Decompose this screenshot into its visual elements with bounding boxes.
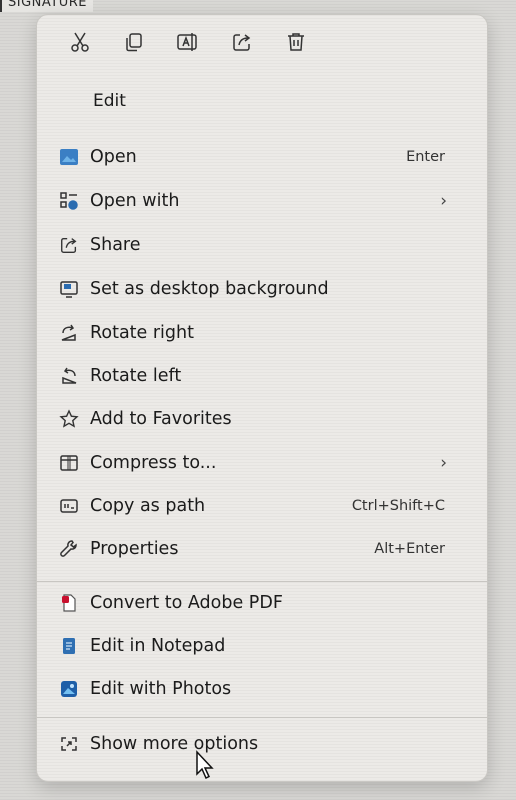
rename-button[interactable] (161, 27, 215, 57)
adobe-pdf-icon (62, 594, 76, 612)
desktop-background-icon (60, 281, 78, 298)
delete-button[interactable] (269, 27, 323, 57)
shortcut-text: Enter (406, 149, 445, 165)
notepad-icon (63, 638, 75, 654)
cut-icon (71, 32, 89, 52)
menu-item-label: Add to Favorites (90, 409, 232, 429)
menu-item-share[interactable]: Share (49, 225, 473, 265)
menu-item-label: Share (90, 235, 141, 255)
compress-icon (60, 455, 78, 471)
show-more-icon (61, 737, 77, 751)
menu-item-label: Rotate left (90, 366, 182, 386)
share-button[interactable] (215, 27, 269, 57)
share-icon (61, 237, 77, 253)
menu-item-rotate-left[interactable]: Rotate left (49, 356, 473, 396)
chevron-right-icon: › (440, 191, 447, 211)
menu-item-set-desktop-background[interactable]: Set as desktop background (49, 269, 473, 309)
copy-icon (126, 33, 142, 52)
menu-item-label: Convert to Adobe PDF (90, 593, 283, 613)
shortcut-text: Ctrl+Shift+C (351, 498, 445, 514)
copy-button[interactable] (107, 27, 161, 57)
open-icon (60, 149, 78, 165)
edit-section-label: Edit (93, 91, 126, 111)
menu-item-label: Properties (90, 539, 179, 559)
menu-item-label: Compress to... (90, 453, 217, 473)
menu-item-label: Copy as path (90, 496, 206, 516)
star-icon (59, 409, 79, 428)
menu-item-label: Edit with Photos (90, 679, 232, 699)
menu-item-label: Open with (90, 191, 180, 211)
cut-button[interactable] (53, 27, 107, 57)
shortcut-text: Alt+Enter (374, 541, 445, 557)
share-icon (233, 34, 251, 51)
menu-item-rotate-right[interactable]: Rotate right (49, 313, 473, 353)
menu-item-label: Open (90, 147, 137, 167)
context-menu: Edit Open Enter Open with › Share Set as… (36, 14, 488, 782)
menu-item-compress-to[interactable]: Compress to... › (49, 443, 473, 483)
photos-icon (61, 681, 77, 697)
rotate-left-icon (62, 367, 77, 384)
menu-item-copy-as-path[interactable]: Copy as path Ctrl+Shift+C (49, 486, 473, 526)
menu-item-open-with[interactable]: Open with › (49, 181, 473, 221)
rename-icon (177, 33, 197, 51)
delete-icon (288, 33, 304, 51)
menu-item-edit-with-photos[interactable]: Edit with Photos (49, 669, 473, 709)
menu-item-add-to-favorites[interactable]: Add to Favorites (49, 399, 473, 439)
wrench-icon (60, 540, 77, 557)
mouse-cursor-icon (196, 750, 214, 780)
background-file-label: SIGNATURE (0, 0, 93, 12)
quick-actions-bar (53, 27, 323, 57)
menu-item-open[interactable]: Open Enter (49, 137, 473, 177)
copy-path-icon (60, 499, 78, 513)
separator (37, 581, 487, 582)
menu-item-label: Rotate right (90, 323, 194, 343)
menu-item-convert-to-adobe-pdf[interactable]: Convert to Adobe PDF (49, 583, 473, 623)
open-with-icon (60, 192, 78, 210)
menu-item-properties[interactable]: Properties Alt+Enter (49, 529, 473, 569)
separator (37, 717, 487, 718)
menu-item-label: Show more options (90, 734, 259, 754)
chevron-right-icon: › (440, 453, 447, 473)
menu-item-show-more-options[interactable]: Show more options (49, 724, 473, 764)
menu-item-label: Edit in Notepad (90, 636, 226, 656)
menu-item-edit-in-notepad[interactable]: Edit in Notepad (49, 626, 473, 666)
rotate-right-icon (61, 324, 76, 341)
menu-item-label: Set as desktop background (90, 279, 329, 299)
